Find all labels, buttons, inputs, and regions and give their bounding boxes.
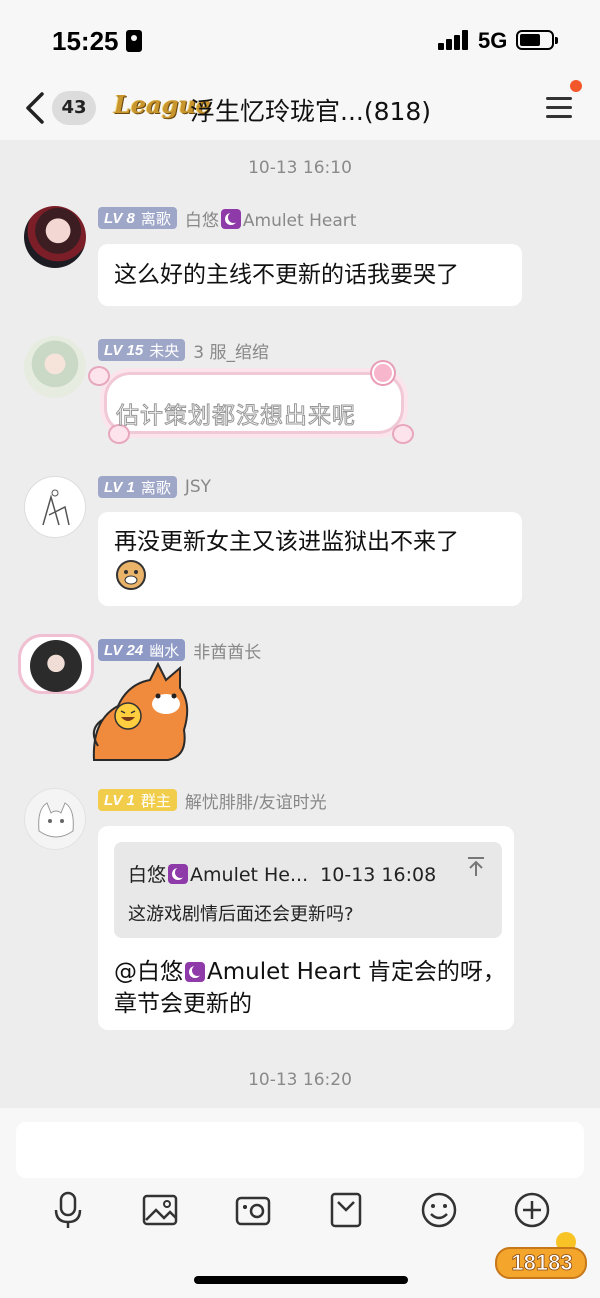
menu-icon[interactable]: [546, 95, 574, 121]
svg-text:18183: 18183: [511, 1250, 572, 1275]
level-badge: LV 8 离歌: [98, 207, 177, 229]
sender-name: 非酋酋长: [193, 642, 262, 663]
avatar[interactable]: [24, 788, 86, 850]
unread-count-badge[interactable]: 43: [52, 91, 96, 125]
message-bubble[interactable]: 这么好的主线不更新的话我要哭了: [98, 244, 522, 306]
message-meta: LV 24 幽水 非酋酋长: [98, 638, 262, 663]
jump-to-top-icon[interactable]: [466, 856, 486, 878]
sticker-box-icon[interactable]: [326, 1190, 366, 1230]
timestamp: 10-13 16:20: [248, 1070, 352, 1090]
avatar[interactable]: [24, 336, 86, 398]
chat-title[interactable]: 浮生忆玲珑官...(818): [190, 92, 431, 128]
emoji-icon[interactable]: [419, 1190, 459, 1230]
image-icon[interactable]: [140, 1190, 180, 1230]
level-badge: LV 24 幽水: [98, 639, 186, 661]
contact-card-icon: [126, 30, 142, 52]
notification-dot: [570, 80, 582, 92]
plus-icon[interactable]: [512, 1190, 552, 1230]
signal-icon: [438, 30, 470, 50]
moon-icon: [168, 864, 189, 884]
paw-icon: [88, 366, 110, 386]
owner-badge: LV 1 群主: [98, 789, 177, 811]
avatar[interactable]: [24, 206, 86, 268]
timestamp: 10-13 16:10: [248, 158, 352, 178]
message-meta: LV 1 群主 解忧腓腓/友谊时光: [98, 788, 327, 813]
avatar[interactable]: [24, 476, 86, 538]
sender-name: 解忧腓腓/友谊时光: [184, 792, 327, 813]
fox-sticker[interactable]: [88, 660, 198, 768]
back-arrow-icon[interactable]: [22, 90, 48, 126]
quote-text: 这游戏剧情后面还会更新吗?: [128, 904, 354, 925]
quote-header: 白悠 Amulet He... 10-13 16:08: [128, 864, 437, 886]
moon-icon: [185, 962, 205, 982]
moon-icon: [220, 208, 241, 229]
network-label: 5G: [478, 28, 508, 53]
status-bar: 15:25 5G: [0, 0, 600, 78]
video-icon[interactable]: [233, 1190, 273, 1230]
message-meta: LV 15 未央 3 服_绾绾: [98, 338, 269, 363]
message-meta: LV 1 离歌 JSY: [98, 475, 211, 499]
avatar[interactable]: [30, 640, 82, 692]
status-time: 15:25: [52, 26, 119, 56]
sticker-text: 估计策划都没想出来呢: [116, 403, 356, 430]
watermark-logo: 18183: [495, 1232, 587, 1279]
home-indicator: [194, 1276, 408, 1284]
reply-text: @白悠 Amulet Heart 肯定会的呀，章节会更新的: [114, 959, 506, 1017]
message-bubble[interactable]: 再没更新女主又该进监狱出不来了: [98, 512, 522, 606]
sender-name: 白悠 Amulet Heart: [184, 208, 357, 231]
sender-name: 3 服_绾绾: [193, 342, 269, 363]
chat-header: 43 League 浮生忆玲珑官...(818): [0, 78, 600, 140]
dog-emoji-icon: [116, 559, 146, 590]
message-input[interactable]: [16, 1122, 584, 1178]
sender-name: JSY: [184, 477, 212, 497]
microphone-icon[interactable]: [48, 1190, 88, 1230]
message-meta: LV 8 离歌 白悠 Amulet Heart: [98, 206, 357, 231]
paw-icon: [392, 424, 414, 444]
battery-icon: [516, 30, 558, 50]
level-badge: LV 15 未央: [98, 339, 186, 361]
heart-icon: [372, 362, 394, 384]
level-badge: LV 1 离歌: [98, 476, 177, 498]
